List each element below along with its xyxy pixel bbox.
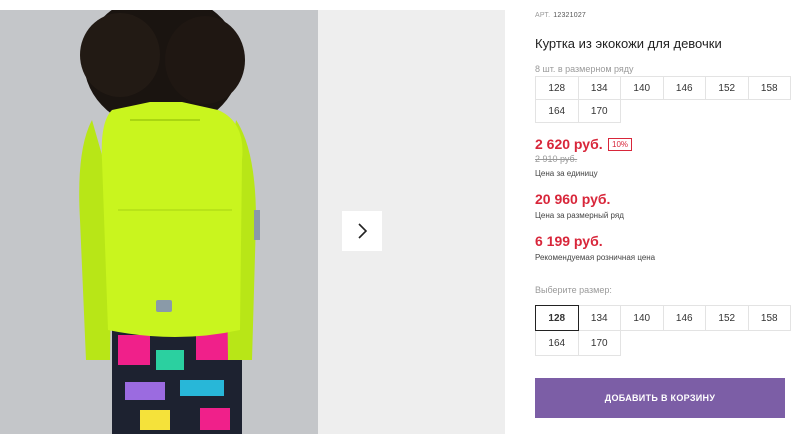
old-price: 2 910 руб. <box>535 154 578 164</box>
size-row-cell: 128 <box>535 76 579 100</box>
product-title: Куртка из экокожи для девочки <box>535 36 722 51</box>
product-gallery <box>0 10 505 434</box>
row-price-note: Цена за размерный ряд <box>535 211 624 220</box>
next-image-button[interactable] <box>342 211 382 251</box>
product-photo <box>0 10 318 434</box>
row-price: 20 960 руб. <box>535 191 611 207</box>
size-option[interactable]: 140 <box>620 305 664 331</box>
size-row-cell: 140 <box>620 76 664 100</box>
choose-size-label: Выберите размер: <box>535 285 612 295</box>
article-label: АРТ. <box>535 12 551 19</box>
chevron-right-icon <box>358 223 368 239</box>
size-row-count: 8 шт. в размерном ряду <box>535 64 634 74</box>
size-option[interactable]: 170 <box>577 330 621 356</box>
size-row-cell: 170 <box>577 99 621 123</box>
size-option[interactable]: 134 <box>577 305 621 331</box>
article-number: АРТ. 12321027 <box>535 12 586 19</box>
size-option-selected[interactable]: 128 <box>535 305 579 331</box>
size-selector: 128 134 140 146 152 158 164 170 <box>535 305 791 356</box>
size-option[interactable]: 146 <box>662 305 706 331</box>
size-row-cell: 146 <box>662 76 706 100</box>
retail-price: 6 199 руб. <box>535 233 603 249</box>
unit-price-note: Цена за единицу <box>535 169 598 178</box>
size-option[interactable]: 158 <box>747 305 791 331</box>
size-option[interactable]: 164 <box>535 330 579 356</box>
size-row-cell: 164 <box>535 99 579 123</box>
article-value: 12321027 <box>553 12 587 19</box>
size-row-grid: 128 134 140 146 152 158 164 170 <box>535 76 791 123</box>
size-row-cell: 152 <box>705 76 749 100</box>
size-row-cell: 134 <box>577 76 621 100</box>
add-to-cart-button[interactable]: ДОБАВИТЬ В КОРЗИНУ <box>535 378 785 418</box>
size-row-cell: 158 <box>747 76 791 100</box>
retail-price-note: Рекомендуемая розничная цена <box>535 253 656 262</box>
size-option[interactable]: 152 <box>705 305 749 331</box>
unit-price: 2 620 руб. <box>535 136 603 152</box>
discount-badge: 10% <box>608 138 633 151</box>
